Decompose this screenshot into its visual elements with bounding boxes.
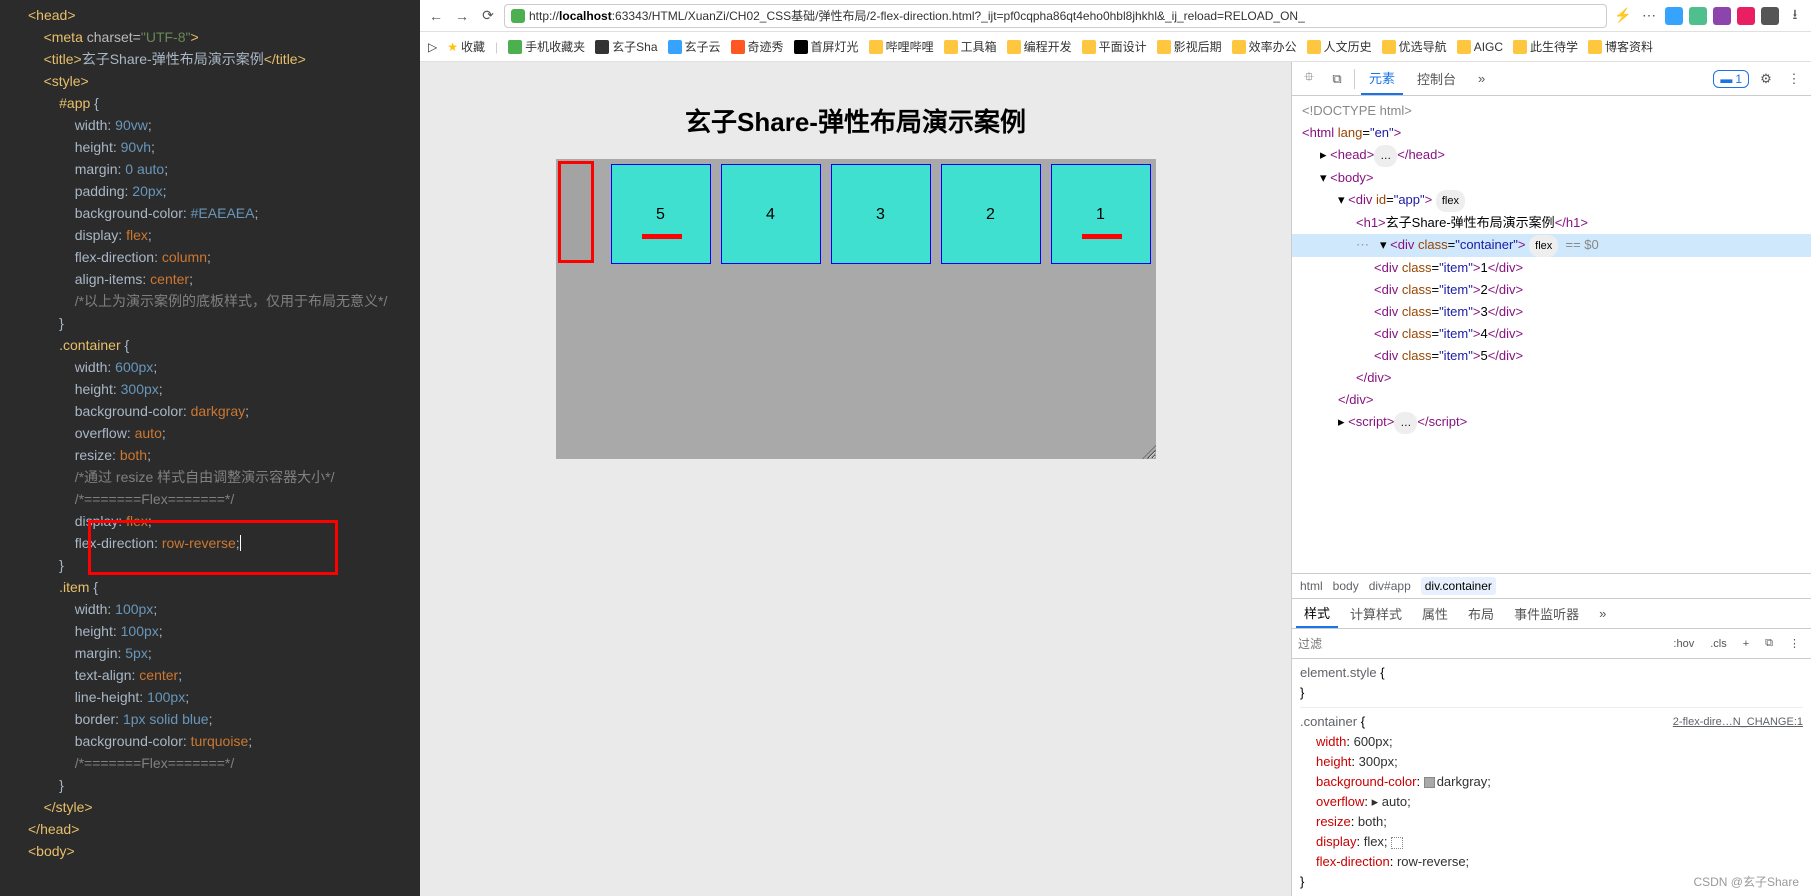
page-title: 玄子Share-弹性布局演示案例 [685,102,1026,139]
url-prefix: http:// [529,9,559,23]
flex-item[interactable]: 3 [831,164,931,264]
filter-input[interactable] [1298,637,1662,651]
bookmark-icon [1588,40,1602,54]
issues-badge[interactable]: ▬1 [1713,70,1749,88]
more-icon[interactable]: ⋯ [1639,6,1659,26]
extension-icon[interactable] [1713,7,1731,25]
settings-icon[interactable]: ⚙ [1755,68,1777,90]
copy-icon[interactable]: ⧉ [1760,634,1778,653]
flex-item[interactable]: 5 [611,164,711,264]
kebab-icon[interactable]: ⋮ [1783,68,1805,90]
bookmark-icon [1307,40,1321,54]
bookmark-icon [508,40,522,54]
styles-tab[interactable]: 样式 [1296,599,1338,628]
browser-panel: ← → ⟳ http://localhost:63343/HTML/XuanZi… [420,0,1811,896]
rendered-page: 玄子Share-弹性布局演示案例 12345 [420,62,1291,896]
watermark: CSDN @玄子Share [1693,873,1799,890]
bookmark-item[interactable]: AIGC [1457,38,1503,55]
styles-filter-row: :hov .cls + ⧉ ⋮ [1292,629,1811,659]
extension-icon[interactable] [1737,7,1755,25]
hov-button[interactable]: :hov [1668,635,1699,653]
zap-icon[interactable]: ⚡ [1613,6,1633,26]
forward-button[interactable]: → [452,6,472,26]
bookmark-icon [1007,40,1021,54]
styles-tabs: 样式计算样式属性布局事件监听器» [1292,599,1811,629]
bookmark-icon [794,40,808,54]
bookmark-item[interactable]: 编程开发 [1007,38,1072,55]
bookmark-icon [731,40,745,54]
star-icon: ★ [447,40,458,54]
bookmark-item[interactable]: 优选导航 [1382,38,1447,55]
apps-icon[interactable] [1761,7,1779,25]
devtools-tabs: ⯐ ⧉ 元素 控制台 » ▬1 ⚙ ⋮ [1292,62,1811,96]
bookmark-item[interactable]: 影视后期 [1157,38,1222,55]
devtools-overlay [558,161,594,263]
url-host: localhost [559,9,612,23]
bookmark-item[interactable]: 首屏灯光 [794,38,859,55]
dom-tree[interactable]: <!DOCTYPE html><html lang="en">▸ <head>…… [1292,96,1811,573]
bookmark-item[interactable]: 手机收藏夹 [508,38,585,55]
bookmark-icon [869,40,883,54]
devtools-panel: ⯐ ⧉ 元素 控制台 » ▬1 ⚙ ⋮ <!DOCTYPE html><html… [1291,62,1811,896]
bookmark-icon [944,40,958,54]
code-editor[interactable]: <head> <meta charset="UTF-8"> <title>玄子S… [0,0,420,896]
reload-button[interactable]: ⟳ [478,6,498,26]
bookmarks-bar: ▷ ★收藏 | 手机收藏夹玄子Sha玄子云奇迹秀首屏灯光哔哩哔哩工具箱编程开发平… [420,32,1811,62]
styles-pane[interactable]: element.style {}2-flex-dire…N_CHANGE:1.c… [1292,659,1811,896]
breadcrumb-item[interactable]: body [1333,579,1359,593]
styles-tab[interactable]: 布局 [1460,599,1502,628]
content-area: 玄子Share-弹性布局演示案例 12345 ⯐ ⧉ 元素 控制台 » ▬1 ⚙… [420,62,1811,896]
bookmark-item[interactable]: 此生待学 [1513,38,1578,55]
favorites-button[interactable]: ★收藏 [447,38,485,55]
flex-container[interactable]: 12345 [556,159,1156,459]
styles-tab[interactable]: 事件监听器 [1506,599,1587,628]
bookmark-item[interactable]: 效率办公 [1232,38,1297,55]
add-rule-button[interactable]: + [1738,635,1754,653]
bookmark-item[interactable]: 博客资料 [1588,38,1653,55]
inspect-icon[interactable]: ⯐ [1298,68,1320,90]
tab-console[interactable]: 控制台 [1409,62,1464,95]
bookmark-item[interactable]: 玄子云 [668,38,721,55]
bookmark-icon [1382,40,1396,54]
bookmark-icon [1157,40,1171,54]
breadcrumb-item[interactable]: html [1300,579,1323,593]
bookmark-item[interactable]: 哔哩哔哩 [869,38,934,55]
dom-breadcrumb[interactable]: html body div#app div.container [1292,573,1811,599]
security-shield-icon [511,9,525,23]
more-styles-icon[interactable]: ⋮ [1784,634,1805,653]
styles-tab[interactable]: 计算样式 [1342,599,1410,628]
bookmark-icon [1232,40,1246,54]
breadcrumb-item[interactable]: div#app [1369,579,1411,593]
tab-more[interactable]: » [1470,62,1493,95]
flex-item[interactable]: 2 [941,164,1041,264]
bookmark-icon [1082,40,1096,54]
url-path: :63343/HTML/XuanZi/CH02_CSS基础/弹性布局/2-fle… [612,7,1305,24]
bookmark-item[interactable]: 玄子Sha [595,38,657,55]
bookmark-item[interactable]: 平面设计 [1082,38,1147,55]
tab-elements[interactable]: 元素 [1361,62,1403,95]
bookmark-icon [1457,40,1471,54]
flex-item[interactable]: 4 [721,164,821,264]
flex-item[interactable]: 1 [1051,164,1151,264]
breadcrumb-item[interactable]: div.container [1421,577,1496,595]
bookmark-item[interactable]: 工具箱 [944,38,997,55]
download-icon[interactable]: ⭳ [1785,6,1805,26]
extension-icon[interactable] [1689,7,1707,25]
browser-toolbar: ← → ⟳ http://localhost:63343/HTML/XuanZi… [420,0,1811,32]
extension-icon[interactable] [1665,7,1683,25]
cls-button[interactable]: .cls [1705,635,1732,653]
sidebar-toggle-icon[interactable]: ▷ [428,40,437,54]
bookmark-icon [595,40,609,54]
bookmark-item[interactable]: 奇迹秀 [731,38,784,55]
bookmark-item[interactable]: 人文历史 [1307,38,1372,55]
device-toggle-icon[interactable]: ⧉ [1326,68,1348,90]
url-bar[interactable]: http://localhost:63343/HTML/XuanZi/CH02_… [504,4,1607,28]
styles-tab[interactable]: » [1591,599,1614,628]
styles-tab[interactable]: 属性 [1414,599,1456,628]
bookmark-icon [1513,40,1527,54]
bookmark-icon [668,40,682,54]
back-button[interactable]: ← [426,6,446,26]
